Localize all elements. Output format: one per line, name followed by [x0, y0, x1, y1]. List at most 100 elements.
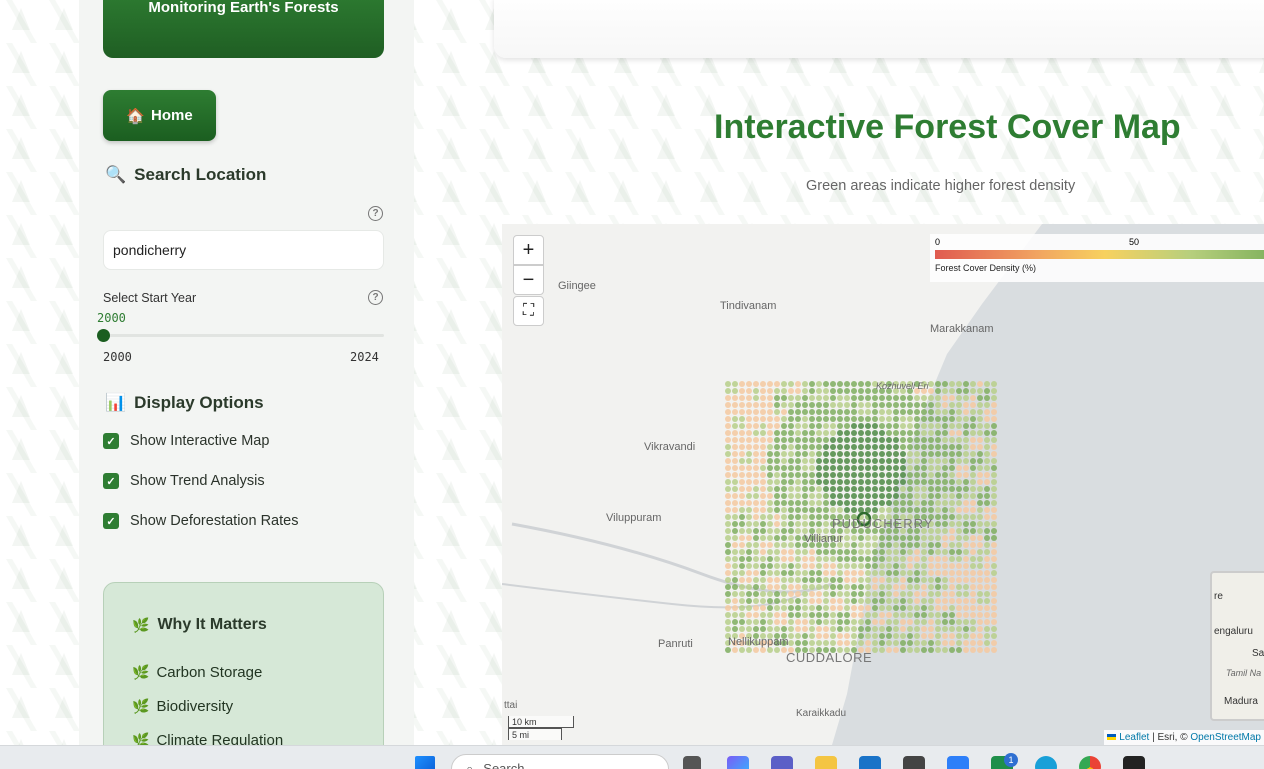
help-icon[interactable]: ? [368, 206, 383, 221]
density-cell [725, 395, 731, 401]
density-cell [802, 563, 808, 569]
density-cell [921, 395, 927, 401]
density-cell [928, 549, 934, 555]
app-icon[interactable] [947, 756, 969, 769]
density-cell [977, 605, 983, 611]
density-cell [914, 598, 920, 604]
density-cell [921, 493, 927, 499]
task-view-icon[interactable] [683, 756, 701, 769]
density-cell [837, 395, 843, 401]
home-button[interactable]: 🏠 Home [103, 90, 216, 141]
density-cell [872, 598, 878, 604]
density-cell [942, 619, 948, 625]
density-cell [788, 395, 794, 401]
density-cell [823, 598, 829, 604]
density-cell [837, 430, 843, 436]
checkbox-checked-icon[interactable]: ✓ [103, 513, 119, 529]
density-cell [984, 577, 990, 583]
density-cell [732, 437, 738, 443]
density-cell [942, 437, 948, 443]
density-cell [767, 556, 773, 562]
density-cell [949, 451, 955, 457]
density-cell [977, 647, 983, 653]
density-cell [956, 626, 962, 632]
fullscreen-icon[interactable]: ⛶ [513, 296, 544, 326]
density-cell [879, 486, 885, 492]
zoom-out-button[interactable]: − [513, 265, 544, 295]
density-cell [837, 619, 843, 625]
app-icon[interactable] [903, 756, 925, 769]
year-slider-thumb[interactable] [97, 329, 110, 342]
checkbox-checked-icon[interactable]: ✓ [103, 433, 119, 449]
interactive-map[interactable]: + − ⛶ 0 50 Forest Cover Density (%) Giin… [502, 224, 1264, 745]
density-cell [753, 423, 759, 429]
density-cell [907, 458, 913, 464]
checkbox-show-trend-analysis[interactable]: ✓ Show Trend Analysis [103, 473, 265, 489]
taskbar-search[interactable]: ⌕ Search [451, 754, 669, 769]
density-cell [956, 584, 962, 590]
density-cell [921, 577, 927, 583]
osm-link[interactable]: OpenStreetMap [1190, 732, 1261, 743]
density-cell [767, 528, 773, 534]
density-cell [935, 612, 941, 618]
density-cell [991, 388, 997, 394]
density-cell [767, 437, 773, 443]
density-cell [844, 416, 850, 422]
density-cell [942, 605, 948, 611]
density-cell [984, 563, 990, 569]
density-cell [956, 612, 962, 618]
place-label: PUDUCHERRY [832, 516, 934, 531]
help-icon[interactable]: ? [368, 290, 383, 305]
search-input[interactable]: pondicherry [103, 230, 384, 270]
density-cell [781, 500, 787, 506]
density-cell [844, 409, 850, 415]
density-cell [802, 437, 808, 443]
teams-icon[interactable] [771, 756, 793, 769]
density-cell [907, 465, 913, 471]
density-cell [788, 633, 794, 639]
density-cell [942, 549, 948, 555]
density-cell [781, 563, 787, 569]
density-cell [977, 479, 983, 485]
density-cell [788, 612, 794, 618]
density-cell [970, 458, 976, 464]
nvidia-icon[interactable] [1123, 756, 1145, 769]
density-cell [774, 472, 780, 478]
density-cell [774, 521, 780, 527]
density-cell [872, 549, 878, 555]
density-cell [760, 402, 766, 408]
density-cell [816, 514, 822, 520]
copilot-icon[interactable] [727, 756, 749, 769]
density-cell [781, 542, 787, 548]
minimap[interactable]: re engaluru Sal Tamil Na Madura [1210, 571, 1264, 721]
density-cell [795, 381, 801, 387]
density-cell [921, 465, 927, 471]
zoom-in-button[interactable]: + [513, 235, 544, 265]
year-slider-track[interactable] [103, 334, 384, 337]
density-cell [816, 402, 822, 408]
file-explorer-icon[interactable] [815, 756, 837, 769]
density-cell [781, 416, 787, 422]
density-cell [914, 444, 920, 450]
density-cell [795, 388, 801, 394]
store-icon[interactable] [859, 756, 881, 769]
density-cell [914, 416, 920, 422]
density-cell [935, 437, 941, 443]
density-cell [956, 458, 962, 464]
checkbox-checked-icon[interactable]: ✓ [103, 473, 119, 489]
density-cell [823, 388, 829, 394]
density-cell [767, 535, 773, 541]
place-label: Viluppuram [606, 512, 662, 524]
leaflet-link[interactable]: Leaflet [1119, 732, 1149, 743]
density-cell [844, 465, 850, 471]
edge-icon[interactable] [1035, 756, 1057, 769]
density-cell [760, 507, 766, 513]
windows-start-icon[interactable] [415, 756, 435, 769]
density-cell [781, 535, 787, 541]
density-cell [893, 486, 899, 492]
checkbox-show-interactive-map[interactable]: ✓ Show Interactive Map [103, 433, 269, 449]
density-cell [900, 479, 906, 485]
density-cell [865, 437, 871, 443]
chrome-icon[interactable] [1079, 756, 1101, 769]
checkbox-show-deforestation-rates[interactable]: ✓ Show Deforestation Rates [103, 513, 298, 529]
